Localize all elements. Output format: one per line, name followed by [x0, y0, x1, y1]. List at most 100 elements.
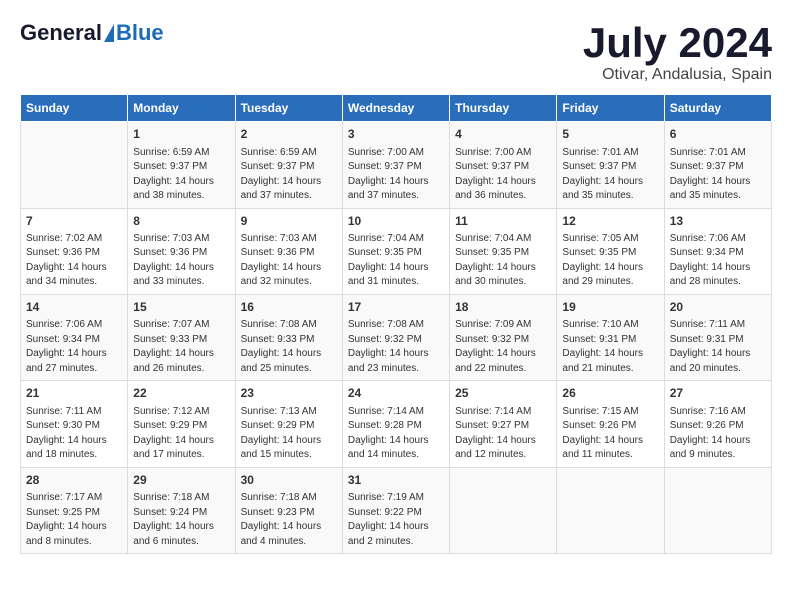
- cell-info: Sunrise: 7:15 AM Sunset: 9:26 PM Dayligh…: [562, 405, 658, 463]
- cell-info: Sunrise: 7:18 AM Sunset: 9:24 PM Dayligh…: [133, 491, 229, 549]
- cell-info: Sunrise: 7:06 AM Sunset: 9:34 PM Dayligh…: [670, 232, 766, 290]
- day-number: 14: [26, 299, 122, 316]
- weekday-header-tuesday: Tuesday: [235, 95, 342, 122]
- calendar-week-4: 21 Sunrise: 7:11 AM Sunset: 9:30 PM Dayli…: [21, 381, 772, 467]
- day-number: 27: [670, 385, 766, 402]
- cell-info: Sunrise: 7:18 AM Sunset: 9:23 PM Dayligh…: [241, 491, 337, 549]
- day-number: 26: [562, 385, 658, 402]
- calendar-cell: 3Sunrise: 7:00 AM Sunset: 9:37 PM Daylig…: [342, 122, 449, 208]
- calendar-cell: 14 Sunrise: 7:06 AM Sunset: 9:34 PM Dayli…: [21, 294, 128, 380]
- cell-info: Sunrise: 7:07 AM Sunset: 9:33 PM Dayligh…: [133, 318, 229, 376]
- logo: General Blue: [20, 20, 164, 46]
- calendar-cell: 29 Sunrise: 7:18 AM Sunset: 9:24 PM Dayli…: [128, 467, 235, 553]
- day-number: 31: [348, 472, 444, 489]
- cell-info: Sunrise: 6:59 AM Sunset: 9:37 PM Dayligh…: [241, 146, 337, 204]
- cell-info: Sunrise: 7:17 AM Sunset: 9:25 PM Dayligh…: [26, 491, 122, 549]
- calendar-cell: 23 Sunrise: 7:13 AM Sunset: 9:29 PM Dayli…: [235, 381, 342, 467]
- cell-info: Sunrise: 7:01 AM Sunset: 9:37 PM Dayligh…: [670, 146, 766, 204]
- calendar-cell: 7 Sunrise: 7:02 AM Sunset: 9:36 PM Daylig…: [21, 208, 128, 294]
- day-number: 13: [670, 213, 766, 230]
- calendar-cell: [450, 467, 557, 553]
- day-number: 12: [562, 213, 658, 230]
- calendar-cell: 16 Sunrise: 7:08 AM Sunset: 9:33 PM Dayli…: [235, 294, 342, 380]
- calendar-week-2: 7 Sunrise: 7:02 AM Sunset: 9:36 PM Daylig…: [21, 208, 772, 294]
- day-number: 25: [455, 385, 551, 402]
- weekday-header-thursday: Thursday: [450, 95, 557, 122]
- day-number: 1: [133, 126, 229, 143]
- day-number: 16: [241, 299, 337, 316]
- day-number: 8: [133, 213, 229, 230]
- cell-info: Sunrise: 7:13 AM Sunset: 9:29 PM Dayligh…: [241, 405, 337, 463]
- calendar-cell: 22 Sunrise: 7:12 AM Sunset: 9:29 PM Dayli…: [128, 381, 235, 467]
- calendar-cell: 15 Sunrise: 7:07 AM Sunset: 9:33 PM Dayli…: [128, 294, 235, 380]
- day-number: 4: [455, 126, 551, 143]
- cell-info: Sunrise: 7:03 AM Sunset: 9:36 PM Dayligh…: [241, 232, 337, 290]
- day-number: 29: [133, 472, 229, 489]
- calendar-cell: 6Sunrise: 7:01 AM Sunset: 9:37 PM Daylig…: [664, 122, 771, 208]
- day-number: 2: [241, 126, 337, 143]
- weekday-header-friday: Friday: [557, 95, 664, 122]
- cell-info: Sunrise: 7:02 AM Sunset: 9:36 PM Dayligh…: [26, 232, 122, 290]
- day-number: 17: [348, 299, 444, 316]
- calendar-cell: 8 Sunrise: 7:03 AM Sunset: 9:36 PM Daylig…: [128, 208, 235, 294]
- cell-info: Sunrise: 7:14 AM Sunset: 9:28 PM Dayligh…: [348, 405, 444, 463]
- logo-general-text: General: [20, 20, 102, 46]
- weekday-header-row: SundayMondayTuesdayWednesdayThursdayFrid…: [21, 95, 772, 122]
- weekday-header-monday: Monday: [128, 95, 235, 122]
- day-number: 23: [241, 385, 337, 402]
- calendar-cell: 19 Sunrise: 7:10 AM Sunset: 9:31 PM Dayli…: [557, 294, 664, 380]
- day-number: 10: [348, 213, 444, 230]
- calendar-cell: 31 Sunrise: 7:19 AM Sunset: 9:22 PM Dayli…: [342, 467, 449, 553]
- calendar-cell: [557, 467, 664, 553]
- cell-info: Sunrise: 7:10 AM Sunset: 9:31 PM Dayligh…: [562, 318, 658, 376]
- calendar-cell: 25 Sunrise: 7:14 AM Sunset: 9:27 PM Dayli…: [450, 381, 557, 467]
- day-number: 5: [562, 126, 658, 143]
- day-number: 7: [26, 213, 122, 230]
- calendar-cell: 30Sunrise: 7:18 AM Sunset: 9:23 PM Dayli…: [235, 467, 342, 553]
- day-number: 9: [241, 213, 337, 230]
- calendar-cell: 2 Sunrise: 6:59 AM Sunset: 9:37 PM Daylig…: [235, 122, 342, 208]
- cell-info: Sunrise: 7:03 AM Sunset: 9:36 PM Dayligh…: [133, 232, 229, 290]
- logo-blue-text: Blue: [116, 20, 164, 46]
- cell-info: Sunrise: 7:04 AM Sunset: 9:35 PM Dayligh…: [455, 232, 551, 290]
- calendar-cell: 21 Sunrise: 7:11 AM Sunset: 9:30 PM Dayli…: [21, 381, 128, 467]
- calendar-week-5: 28 Sunrise: 7:17 AM Sunset: 9:25 PM Dayli…: [21, 467, 772, 553]
- cell-info: Sunrise: 7:08 AM Sunset: 9:32 PM Dayligh…: [348, 318, 444, 376]
- day-number: 15: [133, 299, 229, 316]
- day-number: 28: [26, 472, 122, 489]
- location-title: Otivar, Andalusia, Spain: [583, 66, 772, 84]
- calendar-cell: 1Sunrise: 6:59 AM Sunset: 9:37 PM Daylig…: [128, 122, 235, 208]
- calendar-cell: 10 Sunrise: 7:04 AM Sunset: 9:35 PM Dayli…: [342, 208, 449, 294]
- calendar-cell: 13 Sunrise: 7:06 AM Sunset: 9:34 PM Dayli…: [664, 208, 771, 294]
- day-number: 19: [562, 299, 658, 316]
- weekday-header-wednesday: Wednesday: [342, 95, 449, 122]
- cell-info: Sunrise: 7:12 AM Sunset: 9:29 PM Dayligh…: [133, 405, 229, 463]
- day-number: 21: [26, 385, 122, 402]
- day-number: 20: [670, 299, 766, 316]
- day-number: 22: [133, 385, 229, 402]
- cell-info: Sunrise: 7:19 AM Sunset: 9:22 PM Dayligh…: [348, 491, 444, 549]
- cell-info: Sunrise: 7:11 AM Sunset: 9:30 PM Dayligh…: [26, 405, 122, 463]
- cell-info: Sunrise: 7:14 AM Sunset: 9:27 PM Dayligh…: [455, 405, 551, 463]
- logo-triangle-icon: [104, 24, 114, 42]
- day-number: 18: [455, 299, 551, 316]
- cell-info: Sunrise: 7:01 AM Sunset: 9:37 PM Dayligh…: [562, 146, 658, 204]
- day-number: 24: [348, 385, 444, 402]
- calendar-cell: 26 Sunrise: 7:15 AM Sunset: 9:26 PM Dayli…: [557, 381, 664, 467]
- calendar-cell: 11Sunrise: 7:04 AM Sunset: 9:35 PM Dayli…: [450, 208, 557, 294]
- calendar-cell: 20 Sunrise: 7:11 AM Sunset: 9:31 PM Dayli…: [664, 294, 771, 380]
- cell-info: Sunrise: 7:04 AM Sunset: 9:35 PM Dayligh…: [348, 232, 444, 290]
- calendar-cell: 28 Sunrise: 7:17 AM Sunset: 9:25 PM Dayli…: [21, 467, 128, 553]
- calendar-cell: 5 Sunrise: 7:01 AM Sunset: 9:37 PM Daylig…: [557, 122, 664, 208]
- cell-info: Sunrise: 7:08 AM Sunset: 9:33 PM Dayligh…: [241, 318, 337, 376]
- calendar-cell: [21, 122, 128, 208]
- cell-info: Sunrise: 7:09 AM Sunset: 9:32 PM Dayligh…: [455, 318, 551, 376]
- calendar-week-3: 14 Sunrise: 7:06 AM Sunset: 9:34 PM Dayli…: [21, 294, 772, 380]
- cell-info: Sunrise: 7:11 AM Sunset: 9:31 PM Dayligh…: [670, 318, 766, 376]
- cell-info: Sunrise: 7:00 AM Sunset: 9:37 PM Dayligh…: [455, 146, 551, 204]
- calendar-cell: 27Sunrise: 7:16 AM Sunset: 9:26 PM Dayli…: [664, 381, 771, 467]
- cell-info: Sunrise: 7:06 AM Sunset: 9:34 PM Dayligh…: [26, 318, 122, 376]
- cell-info: Sunrise: 7:05 AM Sunset: 9:35 PM Dayligh…: [562, 232, 658, 290]
- calendar-week-1: 1 Sunrise: 6:59 AM Sunset: 9:37 PM Daylig…: [21, 122, 772, 208]
- calendar-table: SundayMondayTuesdayWednesdayThursdayFrid…: [20, 94, 772, 554]
